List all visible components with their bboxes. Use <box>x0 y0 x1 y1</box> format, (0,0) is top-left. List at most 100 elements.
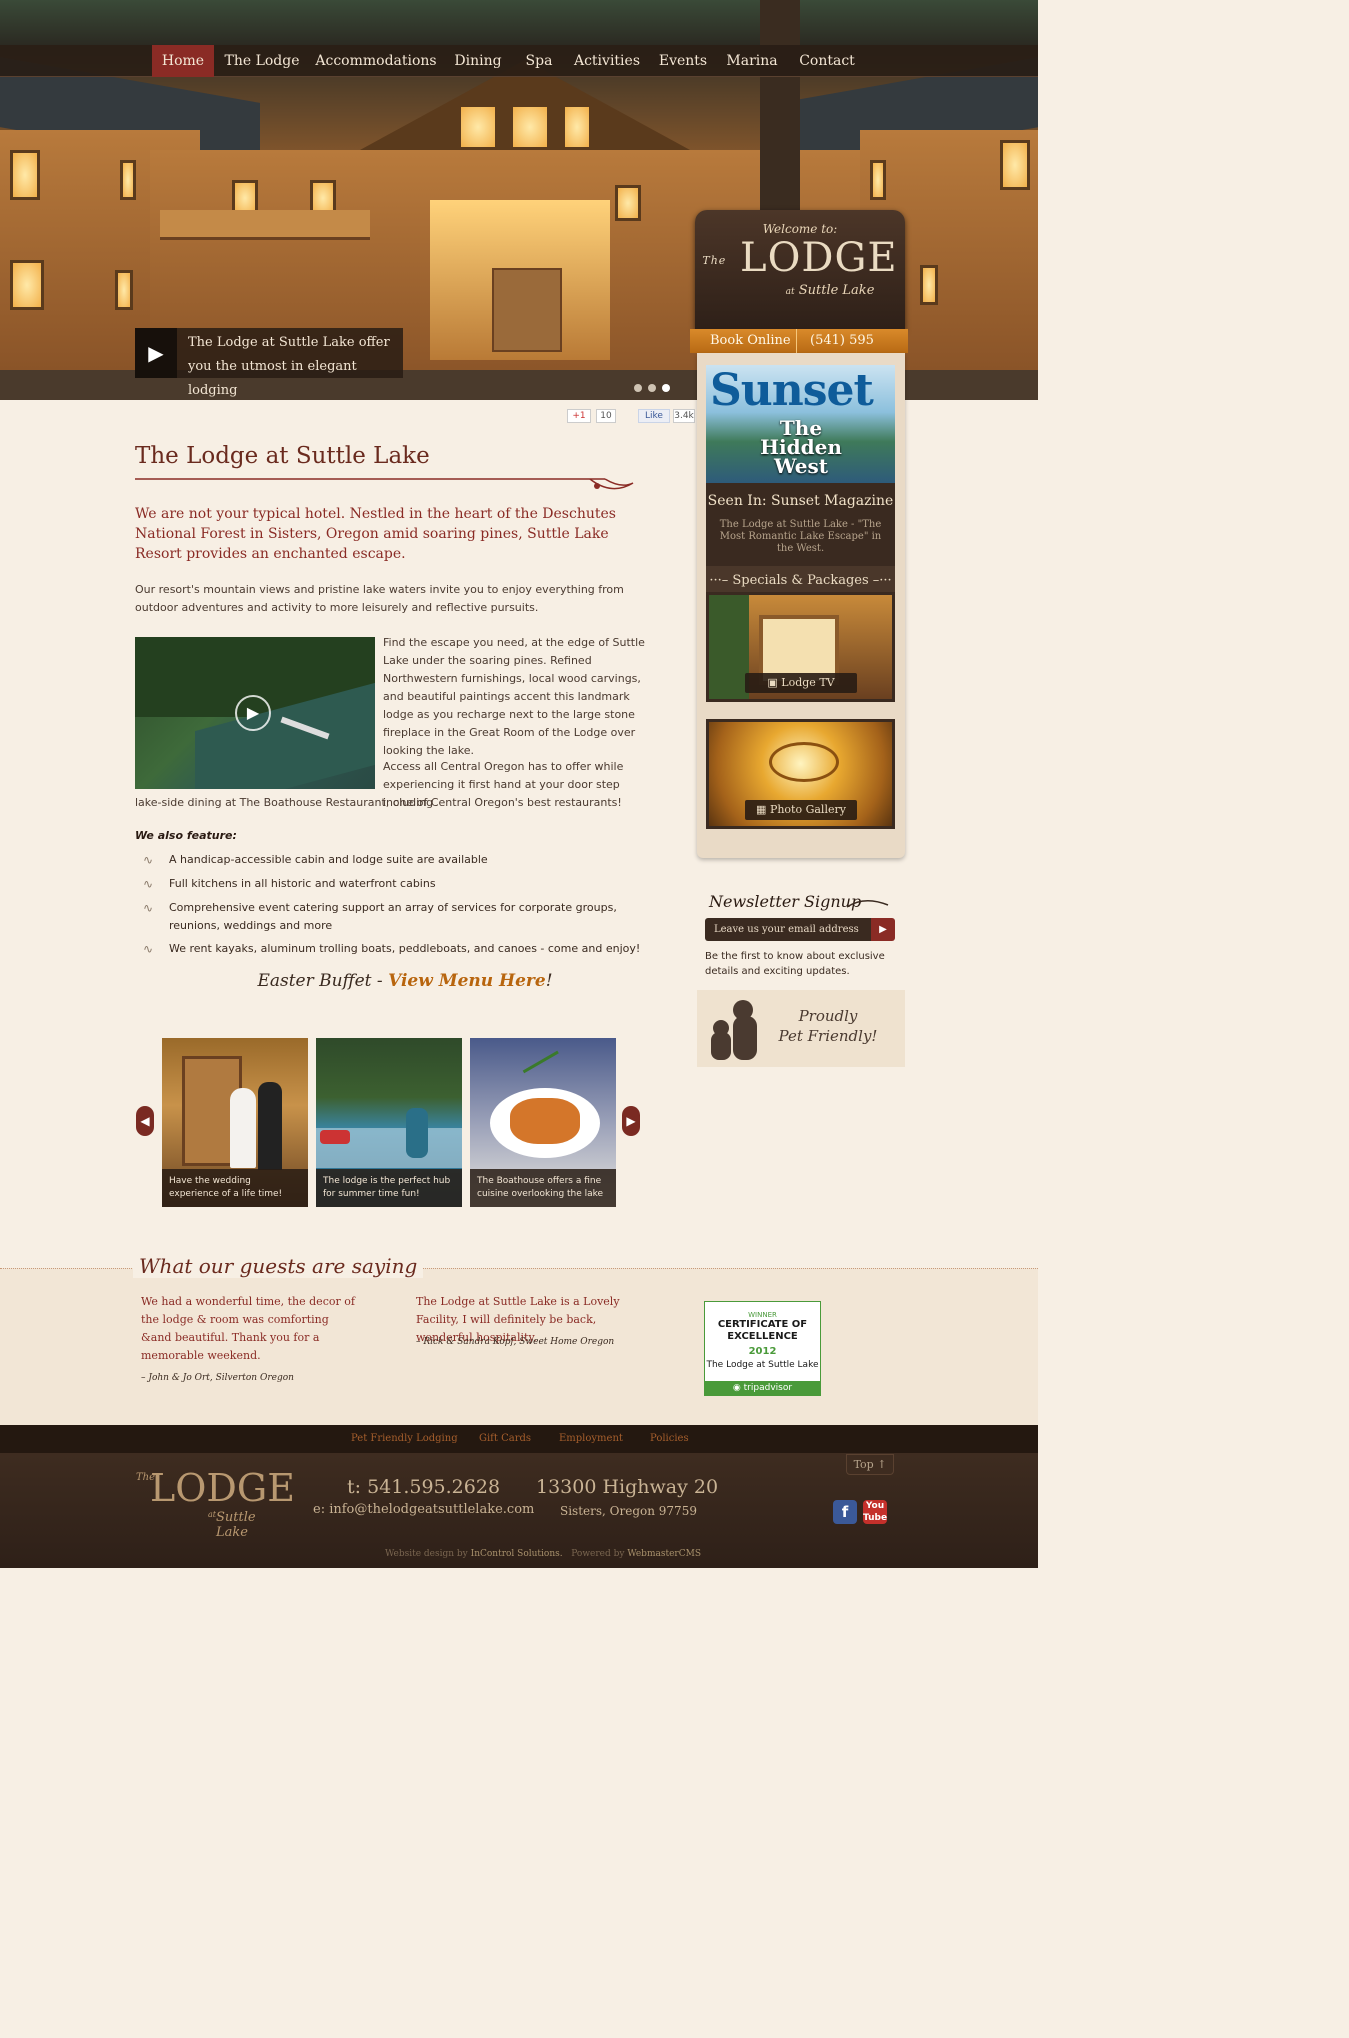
lodge-tv-label: ▣ Lodge TV <box>745 673 857 693</box>
arrow-right-icon: ▶ <box>879 924 887 935</box>
slide-caption-text: The Lodge at Suttle Lake offer you the u… <box>188 335 390 398</box>
credit-powered-link[interactable]: WebmasterCMS <box>627 1549 701 1559</box>
easter-prefix: Easter Buffet - <box>257 971 389 991</box>
newsletter-flourish <box>846 900 889 908</box>
footer-phone[interactable]: t: 541.595.2628 <box>347 1476 500 1498</box>
welcome-label: Welcome to: <box>762 222 838 236</box>
carousel-card-cuisine[interactable]: The Boathouse offers a fine cuisine over… <box>470 1038 616 1207</box>
feature-text: Comprehensive event catering support an … <box>169 901 617 932</box>
cert-title: CERTIFICATE OF EXCELLENCE <box>717 1319 808 1342</box>
slide-dot-2[interactable] <box>648 384 656 392</box>
divider <box>796 329 797 353</box>
arrow-up-icon: ↑ <box>877 1458 887 1471</box>
lodge-logo-place-name: Suttle Lake <box>798 283 875 298</box>
gplus-count: 10 <box>596 409 616 423</box>
photo-gallery-box[interactable]: ▦ Photo Gallery <box>706 719 895 829</box>
main-nav: Home The Lodge Accommodations Dining Spa… <box>0 45 1038 77</box>
facebook-like-count: 3.4k <box>673 409 695 423</box>
facebook-like-button[interactable]: Like <box>638 409 670 423</box>
footer-link-gift-cards[interactable]: Gift Cards <box>479 1425 531 1453</box>
facebook-icon[interactable]: f <box>833 1500 857 1524</box>
slide-dot-3[interactable] <box>662 384 670 392</box>
top-label: Top <box>853 1458 874 1471</box>
page-title: The Lodge at Suttle Lake <box>135 443 430 469</box>
seen-in-title: Seen In: Sunset Magazine <box>707 493 894 509</box>
carousel-card-wedding[interactable]: Have the wedding experience of a life ti… <box>162 1038 308 1207</box>
body-paragraph-2: Find the escape you need, at the edge of… <box>383 636 645 757</box>
nav-dining[interactable]: Dining <box>449 45 507 77</box>
lodge-logo-the: The <box>702 254 727 267</box>
carousel-prev-arrow[interactable]: ◀ <box>136 1106 154 1136</box>
welcome-logo-badge: Welcome to: The LODGE at Suttle Lake <box>695 210 905 330</box>
seen-in-description: The Lodge at Suttle Lake - "The Most Rom… <box>719 519 882 554</box>
youtube-icon[interactable]: You Tube <box>863 1500 887 1524</box>
slide-caption: ▶ The Lodge at Suttle Lake offer you the… <box>135 328 403 398</box>
body-paragraph-1: Our resort's mountain views and pristine… <box>135 583 624 614</box>
testimonials-title: What our guests are saying <box>133 1254 424 1278</box>
video-play-icon[interactable]: ▶ <box>235 695 271 731</box>
phone-link[interactable]: (541) 595 2628 <box>810 329 908 372</box>
nav-events[interactable]: Events <box>655 45 711 77</box>
pet-friendly-text: Proudly Pet Friendly! <box>773 1006 883 1046</box>
facebook-like-label: Like <box>645 411 663 421</box>
gplus-button[interactable]: +1 <box>567 409 591 423</box>
carousel-next-arrow[interactable]: ▶ <box>622 1106 640 1136</box>
feature-text: Full kitchens in all historic and waterf… <box>169 877 436 890</box>
credit-prefix: Website design by <box>385 1549 468 1559</box>
nav-marina[interactable]: Marina <box>723 45 781 77</box>
tv-icon: ▣ <box>767 676 778 689</box>
pet-friendly-line2: Pet Friendly! <box>778 1027 878 1045</box>
nav-home[interactable]: Home <box>152 45 214 77</box>
footer-logo-word: LODGE <box>150 1466 295 1510</box>
lodge-logo-at: at <box>785 287 795 297</box>
feature-text: A handicap-accessible cabin and lodge su… <box>169 853 488 866</box>
specials-label: Specials & Packages <box>732 573 869 588</box>
newsletter-title: Newsletter Signup <box>709 892 862 911</box>
carousel-caption: The Boathouse offers a fine cuisine over… <box>470 1169 616 1207</box>
sunset-magazine-promo[interactable]: Sunset The Hidden West Seen In: Sunset M… <box>706 365 895 595</box>
tripadvisor-certificate[interactable]: WINNER CERTIFICATE OF EXCELLENCE 2012 Th… <box>704 1301 821 1396</box>
newsletter-description: Be the first to know about exclusive det… <box>705 951 885 977</box>
carousel-card-wakeboard[interactable]: The lodge is the perfect hub for summer … <box>316 1038 462 1207</box>
carousel-caption: The lodge is the perfect hub for summer … <box>316 1169 462 1207</box>
newsletter-submit-button[interactable]: ▶ <box>871 918 895 941</box>
lake-video-thumbnail[interactable]: ▶ <box>135 637 375 789</box>
back-to-top-button[interactable]: Top ↑ <box>846 1454 894 1475</box>
footer-link-employment[interactable]: Employment <box>559 1425 623 1453</box>
lodge-logo-place: at Suttle Lake <box>695 283 905 298</box>
nav-spa[interactable]: Spa <box>520 45 558 77</box>
sunset-cover-image: Sunset The Hidden West <box>706 365 895 483</box>
nav-accommodations[interactable]: Accommodations <box>315 45 437 77</box>
footer-credits: Website design by InControl Solutions. P… <box>385 1549 701 1559</box>
cert-year: 2012 <box>748 1346 777 1357</box>
book-online-button[interactable]: Book Online <box>710 329 791 353</box>
body-paragraph-3b: lake-side dining at The Boathouse Restau… <box>135 796 622 809</box>
pet-friendly-line1: Proudly <box>798 1007 858 1025</box>
lodge-tv-box[interactable]: ▣ Lodge TV <box>706 592 895 702</box>
tripadvisor-brand: tripadvisor <box>743 1383 793 1393</box>
credit-design-link[interactable]: InControl Solutions. <box>471 1549 563 1559</box>
slide-dot-1[interactable] <box>634 384 642 392</box>
specials-packages-link[interactable]: ···– Specials & Packages –··· <box>706 566 895 595</box>
cert-winner: WINNER <box>748 1311 777 1319</box>
easter-suffix: ! <box>545 971 553 991</box>
nav-activities[interactable]: Activities <box>571 45 643 77</box>
newsletter-email-input[interactable]: Leave us your email address ... <box>705 918 871 958</box>
footer-link-pet-friendly[interactable]: Pet Friendly Lodging <box>351 1425 458 1453</box>
owl-icon: ◉ <box>732 1383 741 1393</box>
footer-links: Pet Friendly Lodging Gift Cards Employme… <box>0 1425 1038 1453</box>
footer-logo-place: Suttle Lake <box>216 1510 256 1540</box>
photo-gallery-text: Photo Gallery <box>769 803 846 816</box>
photo-gallery-label: ▦ Photo Gallery <box>745 800 857 820</box>
footer-email[interactable]: e: info@thelodgeatsuttlelake.com <box>313 1502 534 1517</box>
nav-contact[interactable]: Contact <box>794 45 860 77</box>
pet-friendly-badge[interactable]: Proudly Pet Friendly! <box>697 990 905 1067</box>
book-bar: Book Online (541) 595 2628 <box>690 329 908 372</box>
footer-link-policies[interactable]: Policies <box>650 1425 689 1453</box>
nav-the-lodge[interactable]: The Lodge <box>222 45 302 77</box>
play-icon[interactable]: ▶ <box>135 328 177 378</box>
gplus-label: +1 <box>572 411 586 421</box>
lodge-logo-word: LODGE <box>740 235 898 281</box>
lodge-logo: The LODGE <box>695 236 905 283</box>
view-menu-link[interactable]: View Menu Here <box>388 971 546 991</box>
